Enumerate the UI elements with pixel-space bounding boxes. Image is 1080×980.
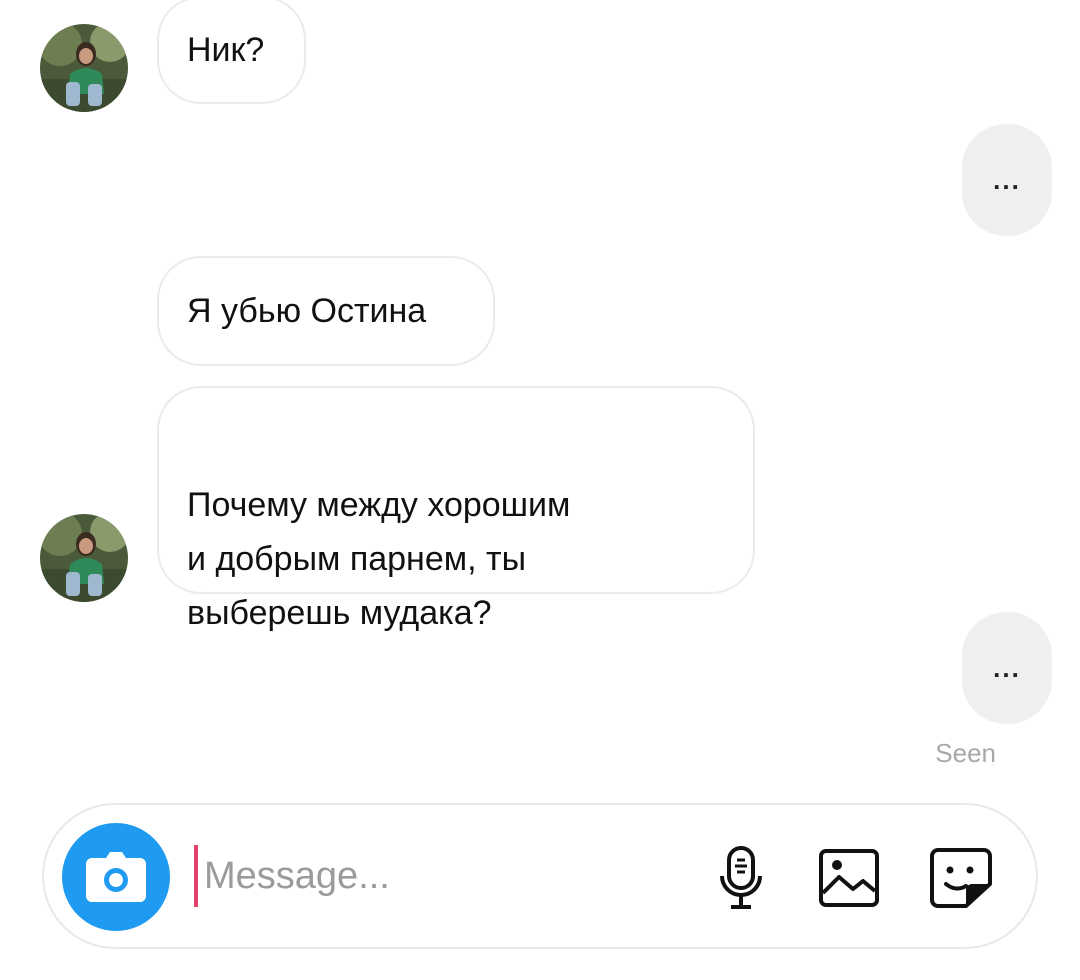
message-composer	[42, 803, 1038, 949]
sticker-icon	[930, 848, 992, 908]
message-input[interactable]	[194, 845, 654, 907]
incoming-message-bubble[interactable]: Ник?	[157, 0, 306, 104]
contact-avatar[interactable]	[40, 514, 128, 602]
avatar-photo	[40, 514, 128, 602]
message-text: Я убью Остина	[187, 292, 427, 330]
message-text: Почему между хорошим и добрым парнем, ты…	[187, 486, 571, 632]
message-text: Ник?	[187, 31, 265, 69]
microphone-icon	[720, 846, 762, 909]
incoming-message-bubble[interactable]: Я убью Остина	[157, 256, 495, 366]
camera-button[interactable]	[62, 823, 170, 931]
avatar-photo	[40, 24, 128, 112]
image-gallery-icon	[819, 849, 879, 907]
voice-message-button[interactable]	[708, 845, 774, 911]
sticker-button[interactable]	[928, 845, 994, 911]
gallery-button[interactable]	[816, 845, 882, 911]
seen-status: Seen	[935, 738, 996, 768]
camera-icon	[86, 852, 146, 902]
outgoing-message-bubble[interactable]: ...	[962, 612, 1052, 724]
outgoing-message-bubble[interactable]: ...	[962, 124, 1052, 236]
contact-avatar[interactable]	[40, 24, 128, 112]
message-text: ...	[993, 164, 1021, 195]
incoming-message-bubble[interactable]: Почему между хорошим и добрым парнем, ты…	[157, 386, 755, 632]
message-text: ...	[993, 652, 1021, 683]
